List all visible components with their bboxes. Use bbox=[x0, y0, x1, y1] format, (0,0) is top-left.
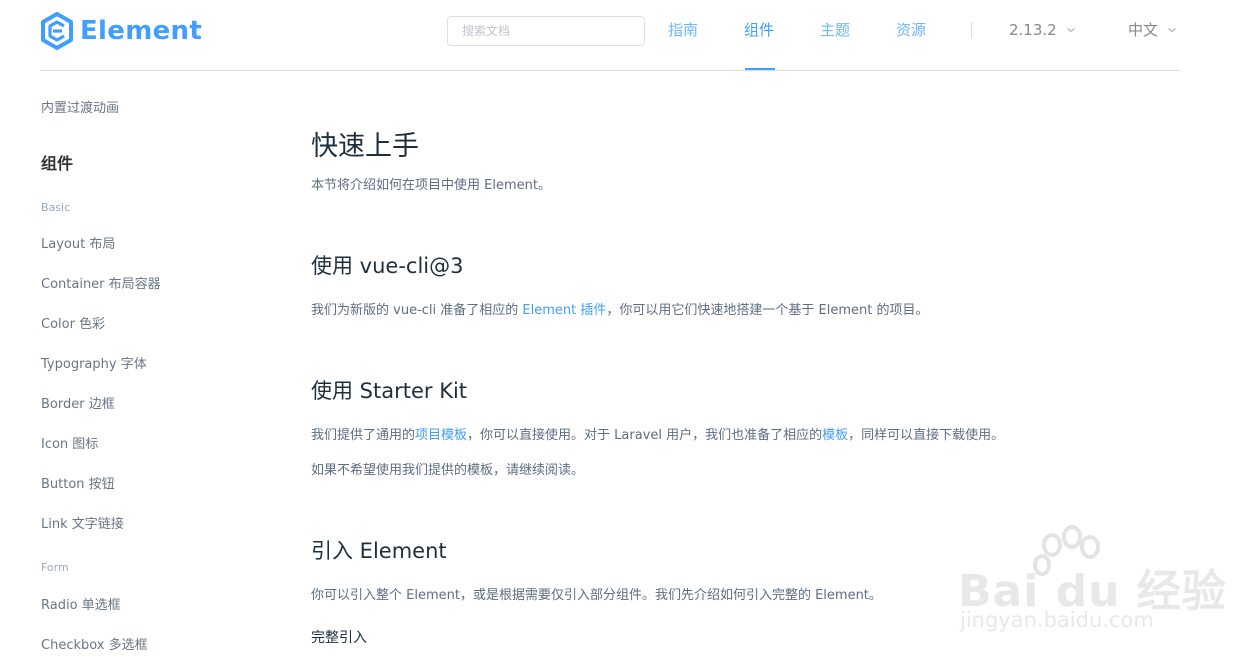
section-text-vue-cli: 我们为新版的 vue-cli 准备了相应的 Element 插件，你可以用它们快… bbox=[311, 299, 928, 318]
sidebar-item-transition[interactable]: 内置过渡动画 bbox=[41, 97, 119, 116]
sidebar-item-typography[interactable]: Typography 字体 bbox=[41, 353, 147, 372]
sidebar-item-button[interactable]: Button 按钮 bbox=[41, 473, 115, 492]
sidebar-item-layout[interactable]: Layout 布局 bbox=[41, 233, 115, 252]
element-logo[interactable]: Element bbox=[40, 12, 202, 50]
chevron-down-icon bbox=[1066, 28, 1075, 33]
sidebar-group-title: 组件 bbox=[41, 154, 74, 173]
section-text-continue: 如果不希望使用我们提供的模板，请继续阅读。 bbox=[311, 463, 585, 478]
language-dropdown[interactable]: 中文 bbox=[1128, 20, 1177, 40]
watermark-url: jingyan.baidu.com bbox=[960, 608, 1154, 632]
nav-guide[interactable]: 指南 bbox=[668, 20, 698, 40]
sidebar-item-border[interactable]: Border 边框 bbox=[41, 393, 115, 412]
language-label: 中文 bbox=[1128, 21, 1159, 39]
search-input[interactable] bbox=[447, 16, 645, 46]
project-template-link[interactable]: 项目模板 bbox=[415, 428, 467, 443]
top-header: Element 指南 组件 主题 资源 2.13.2 中文 bbox=[0, 0, 1252, 70]
text-fragment: ，同样可以直接下载使用。 bbox=[848, 428, 1005, 443]
nav-theme[interactable]: 主题 bbox=[820, 20, 850, 40]
sidebar-category-form: Form bbox=[41, 561, 69, 574]
nav-divider bbox=[971, 22, 972, 38]
element-plugin-link[interactable]: Element 插件 bbox=[522, 303, 606, 318]
sidebar-item-checkbox[interactable]: Checkbox 多选框 bbox=[41, 634, 148, 653]
watermark-brand: Bai du 经验 bbox=[958, 566, 1227, 617]
version-dropdown[interactable]: 2.13.2 bbox=[1009, 20, 1076, 40]
sidebar-item-container[interactable]: Container 布局容器 bbox=[41, 273, 161, 292]
section-title-vue-cli: 使用 vue-cli@3 bbox=[311, 254, 464, 278]
text-fragment: 我们为新版的 vue-cli 准备了相应的 bbox=[311, 303, 523, 318]
intro-text: 本节将介绍如何在项目中使用 Element。 bbox=[311, 178, 551, 193]
nav-components[interactable]: 组件 bbox=[744, 20, 774, 40]
logo-text: Element bbox=[80, 16, 203, 46]
section-text-starter-kit: 我们提供了通用的项目模板，你可以直接使用。对于 Laravel 用户，我们也准备… bbox=[311, 424, 1004, 443]
laravel-template-link[interactable]: 模板 bbox=[822, 428, 848, 443]
sidebar-item-color[interactable]: Color 色彩 bbox=[41, 313, 105, 332]
baidu-jingyan-watermark: Bai du 经验 jingyan.baidu.com bbox=[958, 525, 1226, 637]
section-text-import: 你可以引入整个 Element，或是根据需要仅引入部分组件。我们先介绍如何引入完… bbox=[311, 588, 882, 603]
version-label: 2.13.2 bbox=[1009, 21, 1057, 39]
nav-resources[interactable]: 资源 bbox=[896, 20, 926, 40]
sidebar-category-basic: Basic bbox=[41, 201, 71, 214]
element-hexagon-icon bbox=[41, 12, 73, 50]
subsection-title-full-import: 完整引入 bbox=[311, 630, 367, 646]
text-fragment: ，你可以用它们快速地搭建一个基于 Element 的项目。 bbox=[606, 303, 929, 318]
sidebar-item-radio[interactable]: Radio 单选框 bbox=[41, 594, 121, 613]
section-title-starter-kit: 使用 Starter Kit bbox=[311, 379, 468, 403]
sidebar-item-link[interactable]: Link 文字链接 bbox=[41, 513, 124, 532]
section-title-import: 引入 Element bbox=[311, 539, 447, 563]
chevron-down-icon bbox=[1168, 28, 1176, 33]
header-divider bbox=[41, 70, 1180, 71]
paw-icon bbox=[1033, 525, 1100, 576]
sidebar-item-icon[interactable]: Icon 图标 bbox=[41, 433, 98, 452]
text-fragment: 我们提供了通用的 bbox=[311, 428, 416, 443]
text-fragment: ，你可以直接使用。对于 Laravel 用户，我们也准备了相应的 bbox=[467, 428, 823, 443]
page-title: 快速上手 bbox=[311, 131, 419, 162]
